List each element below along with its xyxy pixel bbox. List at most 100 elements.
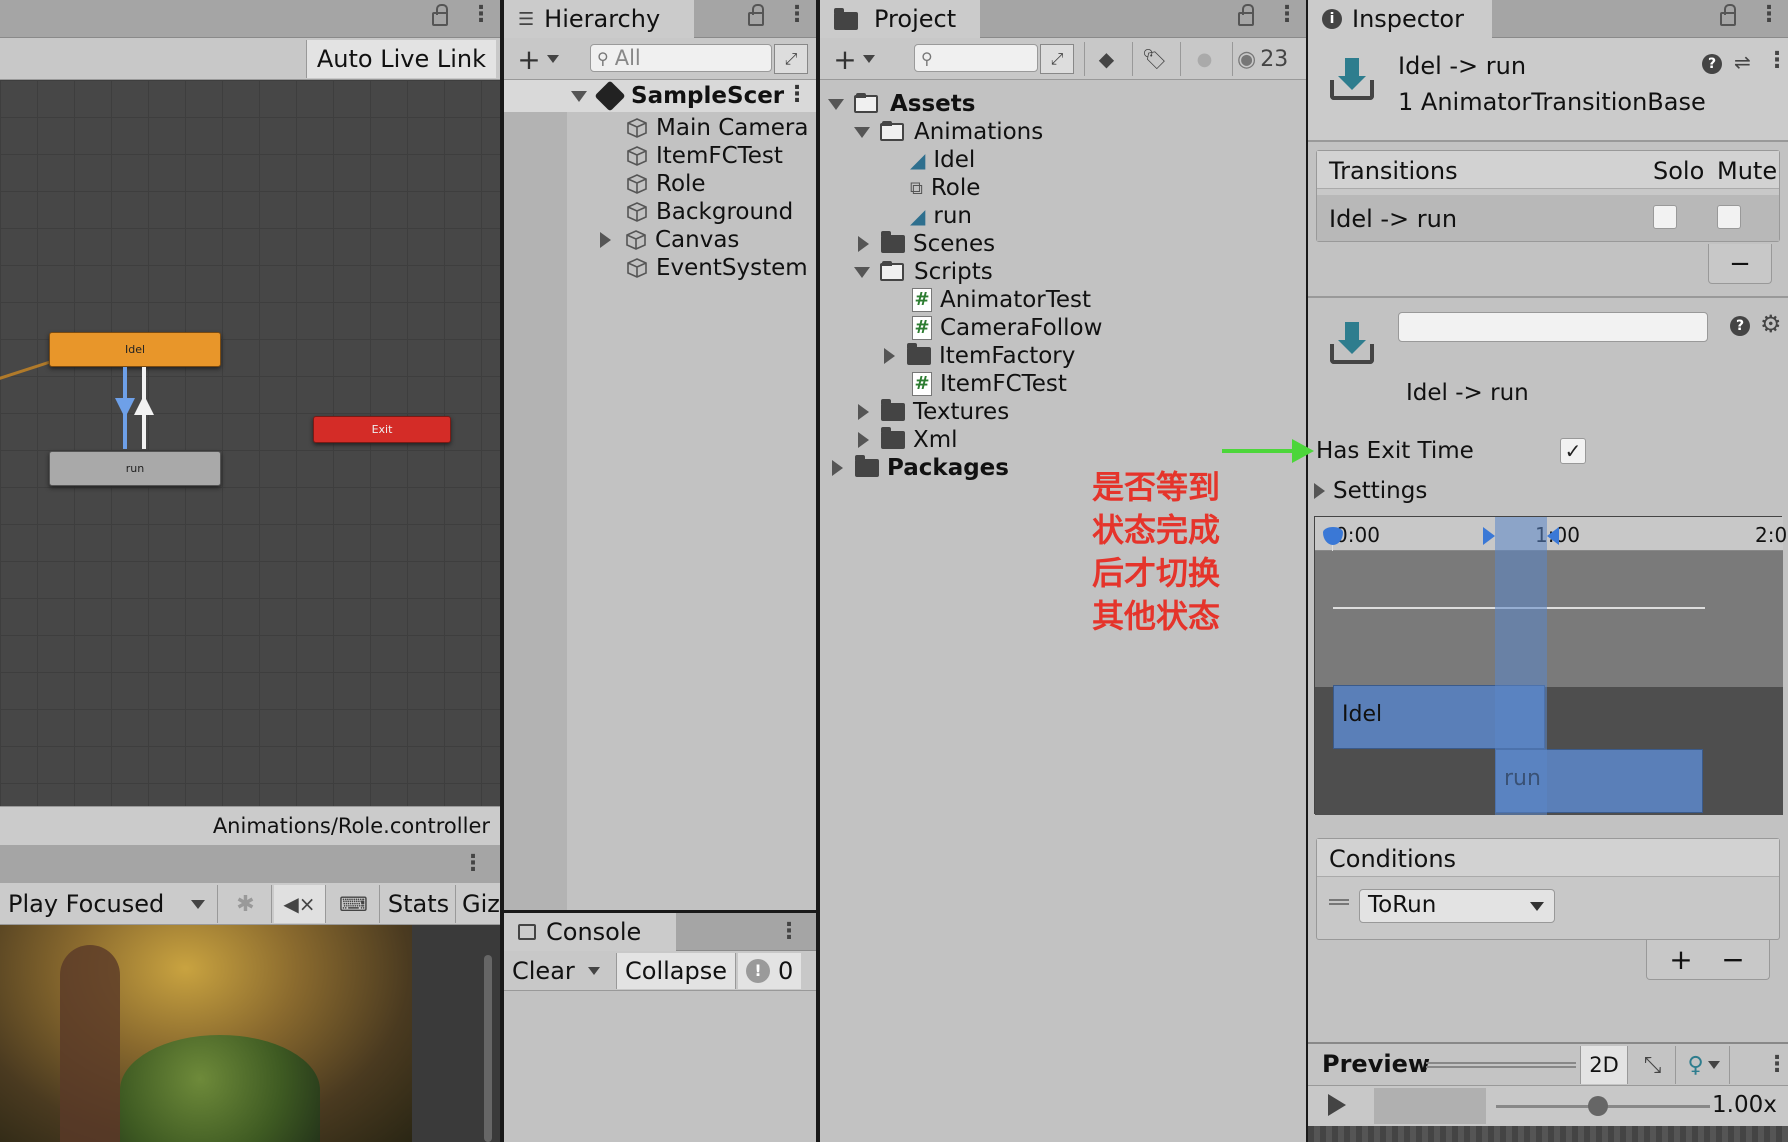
animator-graph[interactable]: Idel run Exit <box>0 80 500 806</box>
visibility-toggle[interactable]: ◉ 23 <box>1232 42 1306 76</box>
add-button[interactable]: + <box>828 42 880 76</box>
lock-icon[interactable] <box>748 4 764 26</box>
hierarchy-scene-item[interactable]: SampleScer <box>571 80 784 112</box>
collapse-button[interactable]: Collapse <box>616 953 736 989</box>
hierarchy-search-input[interactable]: ⚲ All <box>590 44 772 72</box>
play-icon[interactable] <box>1328 1094 1346 1116</box>
lock-icon[interactable] <box>432 4 448 26</box>
error-filter-button[interactable]: ! 0 <box>738 953 802 989</box>
more-menu-icon[interactable]: ⋮ <box>786 4 808 26</box>
state-run[interactable]: run <box>49 451 221 486</box>
expand-arrow-icon[interactable] <box>854 126 870 138</box>
expand-arrow-icon[interactable] <box>828 98 844 110</box>
gear-icon[interactable]: ⚙ <box>1760 310 1782 338</box>
lock-icon[interactable] <box>1238 4 1254 26</box>
more-menu-icon[interactable]: ⋮ <box>1276 4 1298 26</box>
tab-inspector[interactable]: i Inspector <box>1308 0 1492 38</box>
auto-live-link-button[interactable]: Auto Live Link <box>305 40 496 78</box>
clear-options-chevron-icon[interactable] <box>588 967 600 975</box>
console-tabbar: Console ⋮ <box>504 913 816 951</box>
expand-arrow-icon[interactable] <box>858 432 869 448</box>
preview-2d-button[interactable]: 2D <box>1580 1046 1628 1084</box>
item-label: Canvas <box>655 227 740 253</box>
expand-arrow-icon[interactable] <box>884 348 895 364</box>
scene-search-icon[interactable]: ⤢ <box>774 44 808 74</box>
project-item-packages[interactable]: Packages <box>832 452 1009 484</box>
transition-row[interactable]: Idel -> run <box>1317 195 1779 241</box>
filter-by-type-icon[interactable]: ◆ <box>1084 42 1128 76</box>
has-exit-time-checkbox[interactable]: ✓ <box>1560 438 1586 464</box>
gameobject-icon <box>627 174 647 194</box>
expand-arrow-icon[interactable] <box>832 460 843 476</box>
console-toolbar: Clear Collapse ! 0 <box>504 951 816 991</box>
inspector-panel: i Inspector ⋮ Idel -> run 1 AnimatorTran… <box>1308 0 1788 1142</box>
scene-search-icon[interactable]: ⤢ <box>1040 44 1074 74</box>
mute-checkbox[interactable] <box>1717 205 1741 229</box>
expand-arrow-icon[interactable] <box>858 404 869 420</box>
preview-splitter[interactable] <box>1426 1062 1576 1068</box>
state-idle[interactable]: Idel <box>49 332 221 367</box>
preview-controls: 1.00x <box>1308 1086 1788 1126</box>
transition-overlap-region[interactable] <box>1495 517 1547 815</box>
more-menu-icon[interactable]: ⋮ <box>1758 4 1780 26</box>
more-menu-icon[interactable]: ⋮ <box>462 853 484 875</box>
settings-foldout[interactable]: Settings <box>1314 478 1427 504</box>
transitions-list: Transitions Solo Mute Idel -> run <box>1316 150 1780 242</box>
tab-console[interactable]: Console <box>504 913 676 951</box>
game-view-image <box>0 925 412 1142</box>
expand-arrow-icon[interactable] <box>600 232 611 248</box>
hierarchy-item-eventsystem[interactable]: EventSystem <box>626 252 808 284</box>
presets-icon[interactable]: ⇌ <box>1734 50 1751 74</box>
item-label: EventSystem <box>656 255 808 281</box>
transition-timeline[interactable]: 0:00 1:00 2:0 Idel run <box>1314 516 1787 815</box>
more-menu-icon[interactable]: ⋮ <box>778 921 800 943</box>
speed-slider-thumb[interactable] <box>1588 1096 1608 1116</box>
add-button[interactable]: + <box>512 42 564 76</box>
stats-button[interactable]: Stats <box>382 885 456 923</box>
gizmos-button[interactable]: Giz <box>458 885 500 923</box>
chevron-down-icon <box>862 55 875 63</box>
drag-handle-icon[interactable] <box>1329 899 1349 905</box>
warning-filter-icon[interactable]: ● <box>1180 42 1228 76</box>
transition-name-input[interactable] <box>1398 312 1708 342</box>
info-icon: i <box>1322 9 1342 29</box>
keyboard-icon[interactable]: ⌨ <box>328 885 380 923</box>
project-search-input[interactable]: ⚲ <box>914 44 1038 72</box>
more-menu-icon[interactable]: ⋮ <box>470 4 492 26</box>
remove-transition-button[interactable]: − <box>1708 244 1772 284</box>
pivot-icon[interactable]: ⤡ <box>1630 1046 1676 1084</box>
play-mode-dropdown[interactable]: Play Focused <box>0 885 218 923</box>
remove-condition-button[interactable]: − <box>1711 940 1755 978</box>
tab-hierarchy[interactable]: ☰ Hierarchy <box>504 0 694 38</box>
transition-end-handle-icon[interactable] <box>1547 527 1559 545</box>
inspector-header: Idel -> run 1 AnimatorTransitionBase ? ⇌… <box>1308 38 1788 142</box>
gameobject-icon <box>627 118 647 138</box>
transition-arrow-down-icon <box>115 398 135 418</box>
mute-audio-icon[interactable]: ◀× <box>274 885 326 923</box>
avatar-icon[interactable]: ♀ <box>1678 1046 1730 1084</box>
clear-button[interactable]: Clear <box>506 953 581 989</box>
animator-footer: Animations/Role.controller <box>0 806 500 845</box>
condition-param-dropdown[interactable]: ToRun <box>1359 889 1555 923</box>
expand-arrow-icon[interactable] <box>858 236 869 252</box>
lock-icon[interactable] <box>1720 4 1736 26</box>
transition-start-handle-icon[interactable] <box>1483 527 1495 545</box>
component-more-icon[interactable]: ⋮ <box>1766 50 1788 72</box>
expand-arrow-icon[interactable] <box>854 266 870 278</box>
gameobject-icon <box>626 230 646 250</box>
condition-add-remove-buttons: + − <box>1646 940 1770 980</box>
filter-by-label-icon[interactable]: 🏷 <box>1132 42 1176 76</box>
csharp-script-icon: # <box>912 316 932 340</box>
game-scrollbar[interactable] <box>484 955 492 1142</box>
bug-icon[interactable]: ✱ <box>220 885 272 923</box>
add-condition-button[interactable]: + <box>1659 940 1703 978</box>
more-menu-icon[interactable]: ⋮ <box>1766 1054 1788 1076</box>
solo-checkbox[interactable] <box>1653 205 1677 229</box>
help-icon[interactable]: ? <box>1730 316 1750 336</box>
preview-scrub-area[interactable] <box>1374 1088 1486 1124</box>
help-icon[interactable]: ? <box>1702 54 1722 74</box>
scene-more-icon[interactable]: ⋮ <box>786 84 808 106</box>
animation-clip-icon: ◢ <box>910 204 926 228</box>
state-exit[interactable]: Exit <box>313 416 451 443</box>
tab-project[interactable]: Project <box>820 0 980 38</box>
